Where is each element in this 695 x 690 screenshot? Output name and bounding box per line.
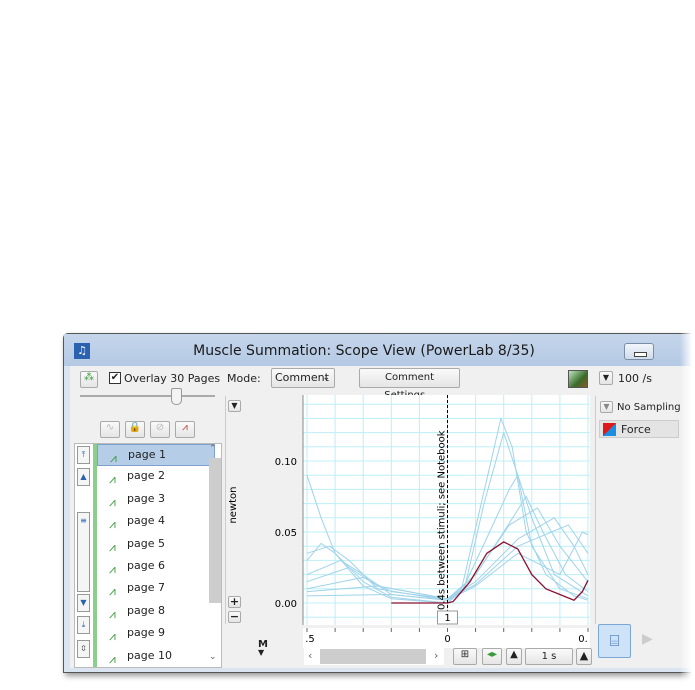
page-label: page 1 bbox=[128, 448, 166, 461]
waveform-icon: ⩘ bbox=[110, 451, 117, 465]
scroll-down-icon[interactable]: ⌄ bbox=[209, 652, 217, 662]
overlay-slider-track[interactable] bbox=[80, 395, 215, 397]
page-label: page 7 bbox=[127, 581, 165, 595]
channel-color-icon bbox=[603, 423, 616, 436]
page-label: page 10 bbox=[127, 648, 172, 662]
rate-dropdown-button[interactable]: ▼ bbox=[599, 371, 613, 385]
waveform-icon: ⩘ bbox=[109, 651, 116, 666]
page-label: page 8 bbox=[127, 603, 165, 617]
page-label: page 3 bbox=[127, 491, 165, 505]
waveform-icon: ⩘ bbox=[109, 494, 116, 509]
y-axis-label: newton bbox=[228, 486, 239, 523]
waveform-icon: ⩘ bbox=[109, 472, 116, 487]
waveform-icon: ⩘ bbox=[109, 517, 116, 532]
next-page-button[interactable]: ▼ bbox=[77, 594, 90, 612]
x-tick-label: 0. bbox=[578, 634, 588, 645]
last-page-button[interactable]: ⤓ bbox=[77, 616, 90, 634]
scope-plot[interactable]: 0.10 0.05 0.00 .5 0 0. newton 0.4s between stim… bbox=[224, 390, 594, 655]
page-label: page 6 bbox=[127, 559, 165, 572]
overlay-slider-thumb[interactable] bbox=[171, 388, 182, 405]
sampling-status: No Sampling bbox=[617, 402, 681, 413]
expand-panel-icon[interactable]: ▶ bbox=[642, 631, 653, 647]
mode-dropdown[interactable]: Comment ⌄ bbox=[271, 368, 335, 388]
waveform-icon: ⩘ bbox=[109, 584, 116, 599]
prev-page-button[interactable]: ▲ bbox=[77, 468, 90, 486]
waveform-icon: ⩘ bbox=[109, 606, 116, 621]
wave-icon[interactable]: ∿ bbox=[100, 421, 120, 438]
overlay-label: Overlay 30 Pages bbox=[124, 372, 221, 385]
chart-display-icon[interactable] bbox=[568, 370, 588, 388]
channel-force[interactable]: Force bbox=[599, 420, 679, 438]
x-tick-label: .5 bbox=[305, 634, 315, 645]
disabled-icon[interactable]: ⊘ bbox=[150, 421, 170, 438]
window-title: Muscle Summation: Scope View (PowerLab 8… bbox=[193, 343, 535, 359]
y-tick-label: 0.10 bbox=[275, 457, 297, 468]
channel-panel: ▼ No Sampling Force bbox=[595, 396, 695, 624]
comment-settings-button[interactable]: Comment Settings... bbox=[359, 368, 460, 401]
page-label: page 2 bbox=[127, 469, 165, 483]
comment-number: 1 bbox=[444, 613, 450, 624]
page-list-item[interactable]: ⩘ page 3 bbox=[97, 489, 215, 511]
chevron-down-icon: ⌄ bbox=[322, 373, 330, 383]
overlay-checkbox[interactable]: ✔ bbox=[109, 372, 121, 384]
page-list-item[interactable]: ⩘ page 5 bbox=[97, 534, 215, 556]
page-list-item[interactable]: ⩘ page 8 bbox=[97, 601, 215, 623]
x-tick-label: 0 bbox=[444, 634, 450, 645]
title-bar: ♫ Muscle Summation: Scope View (PowerLab… bbox=[64, 334, 695, 366]
scroll-up-icon[interactable]: ⌃ bbox=[209, 444, 217, 454]
waveform-icon: ⩘ bbox=[109, 539, 116, 554]
overlay-graph-icon[interactable]: ⩘ bbox=[175, 421, 195, 438]
page-list-item[interactable]: ⩘ page 9 bbox=[97, 623, 215, 645]
mode-label: Mode: bbox=[227, 372, 261, 385]
page-items: ⩘ page 1 ⩘ page 2 ⩘ page 3 ⩘ page 4 ⩘ page 5 ⩘ page… bbox=[97, 444, 215, 667]
comment-text: 0.4s between stimuli; see Notebook bbox=[437, 430, 448, 610]
page-list-item[interactable]: ⩘ page 7 bbox=[97, 578, 215, 600]
overlay-settings-icon[interactable]: ⁂ bbox=[80, 371, 98, 388]
page-list-options-button[interactable]: ⇳ bbox=[77, 640, 90, 658]
page-nav-slider[interactable]: ≡ bbox=[77, 512, 90, 592]
waveform-icon: ⩘ bbox=[109, 629, 116, 644]
page-list-item[interactable]: ⩘ page 10 bbox=[97, 646, 215, 668]
waveform-icon: ⩘ bbox=[109, 562, 116, 576]
page-label: page 5 bbox=[127, 536, 165, 550]
page-list: ⤒ ▲ ≡ ▼ ⤓ ⇳ ⩘ page 1 ⩘ page 2 ⩘ page 3 ⩘ page 4… bbox=[74, 443, 222, 668]
lock-icon[interactable]: 🔒 bbox=[125, 421, 145, 438]
channel-name: Force bbox=[621, 423, 651, 436]
page-list-scrollbar[interactable] bbox=[209, 458, 221, 603]
scope-settings-icon[interactable]: ⌸ bbox=[598, 624, 631, 658]
page-list-item[interactable]: ⩘ page 2 bbox=[97, 466, 215, 488]
y-tick-label: 0.05 bbox=[275, 528, 297, 539]
page-label: page 4 bbox=[127, 514, 165, 528]
page-list-item[interactable]: ⩘ page 1 bbox=[97, 444, 215, 466]
first-page-button[interactable]: ⤒ bbox=[77, 446, 90, 464]
sample-rate: 100 /s bbox=[618, 372, 652, 385]
page-list-item[interactable]: ⩘ page 4 bbox=[97, 511, 215, 533]
page-label: page 9 bbox=[127, 626, 165, 640]
page-list-item[interactable]: ⩘ page 6 bbox=[97, 556, 215, 578]
minimize-button[interactable] bbox=[624, 343, 654, 360]
y-tick-label: 0.00 bbox=[275, 599, 297, 610]
mode-value: Comment bbox=[275, 371, 329, 384]
sampling-menu-button[interactable]: ▼ bbox=[600, 401, 613, 413]
